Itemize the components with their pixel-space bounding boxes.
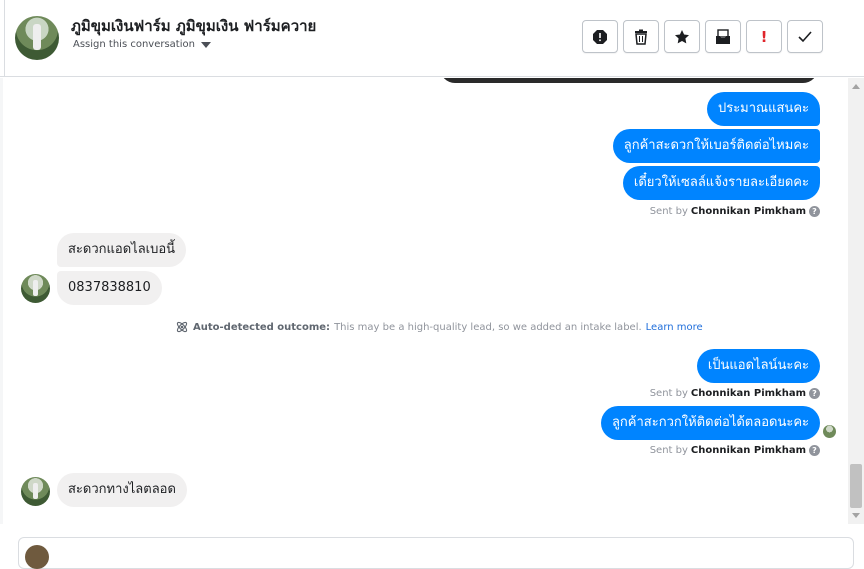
outgoing-message[interactable]: ประมาณแสนคะ	[706, 92, 820, 126]
scroll-up-arrow-icon[interactable]	[852, 84, 860, 89]
help-icon[interactable]: ?	[809, 388, 820, 399]
help-icon[interactable]: ?	[809, 206, 820, 217]
assign-label: Assign this conversation	[73, 39, 195, 50]
mark-done-button[interactable]	[787, 20, 823, 53]
sent-by-prefix: Sent by	[649, 206, 688, 217]
outgoing-message[interactable]: ลูกค้าสะกวกให้ติดต่อได้ตลอดนะคะ	[600, 406, 820, 440]
caret-down-icon	[200, 41, 211, 48]
conversation-header: ภูมิขุมเงินฟาร์ม ภูมิขุมเงิน ฟาร์มควาย A…	[0, 0, 864, 77]
thread-scrollbar[interactable]	[848, 78, 864, 524]
atom-icon	[176, 321, 188, 333]
outgoing-message[interactable]: เดี๋ยวให้เซลล์แจ้งรายละเอียดคะ	[622, 166, 820, 200]
sender-name[interactable]: Chonnikan Pimkham	[691, 388, 806, 399]
scroll-down-arrow-icon[interactable]	[852, 513, 860, 518]
archive-button[interactable]	[705, 20, 741, 53]
incoming-message[interactable]: 0837838810	[57, 271, 162, 305]
star-icon	[675, 29, 689, 43]
contact-avatar-small	[21, 274, 50, 303]
checkmark-icon	[798, 30, 812, 42]
outgoing-message[interactable]: เป็นแอดไลน์นะคะ	[696, 349, 820, 383]
assign-conversation-dropdown[interactable]: Assign this conversation	[73, 39, 211, 50]
message-composer[interactable]	[18, 537, 854, 569]
outcome-label: Auto-detected outcome:	[193, 321, 331, 333]
seen-receipt-avatar	[823, 425, 836, 438]
sent-by-line: Sent by Chonnikan Pimkham ?	[650, 388, 820, 399]
trash-icon	[635, 29, 647, 45]
spam-icon	[593, 29, 607, 44]
divider	[4, 0, 5, 77]
archive-icon	[716, 28, 730, 44]
contact-avatar-small	[21, 477, 50, 506]
follow-up-icon: !	[760, 27, 768, 46]
sent-by-line: Sent by Chonnikan Pimkham ?	[650, 445, 820, 456]
scrollbar-thumb[interactable]	[850, 464, 862, 508]
auto-detected-outcome-notice: Auto-detected outcome: This may be a hig…	[175, 320, 703, 334]
conversation-toolbar: !	[582, 20, 823, 53]
sent-by-line: Sent by Chonnikan Pimkham ?	[650, 206, 820, 217]
incoming-message[interactable]: สะดวกทางไลตลอด	[57, 473, 187, 507]
mark-spam-button[interactable]	[582, 20, 618, 53]
outgoing-message[interactable]: ลูกค้าสะดวกให้เบอร์ติดต่อไหมคะ	[612, 129, 820, 163]
sent-by-prefix: Sent by	[649, 445, 688, 456]
outcome-text: This may be a high-quality lead, so we a…	[334, 321, 642, 333]
sender-name[interactable]: Chonnikan Pimkham	[691, 206, 806, 217]
star-button[interactable]	[664, 20, 700, 53]
delete-button[interactable]	[623, 20, 659, 53]
follow-up-button[interactable]: !	[746, 20, 782, 53]
incoming-message[interactable]: สะดวกแอดไลเบอนี้	[57, 233, 187, 267]
message-thread[interactable]: ประมาณแสนคะ ลูกค้าสะดวกให้เบอร์ติดต่อไหม…	[0, 78, 848, 524]
contact-name[interactable]: ภูมิขุมเงินฟาร์ม ภูมิขุมเงิน ฟาร์มควาย	[71, 14, 316, 38]
image-attachment[interactable]	[440, 78, 818, 83]
sent-by-prefix: Sent by	[649, 388, 688, 399]
learn-more-link[interactable]: Learn more	[646, 322, 703, 333]
help-icon[interactable]: ?	[809, 445, 820, 456]
contact-avatar[interactable]	[15, 16, 59, 60]
sender-name[interactable]: Chonnikan Pimkham	[691, 445, 806, 456]
